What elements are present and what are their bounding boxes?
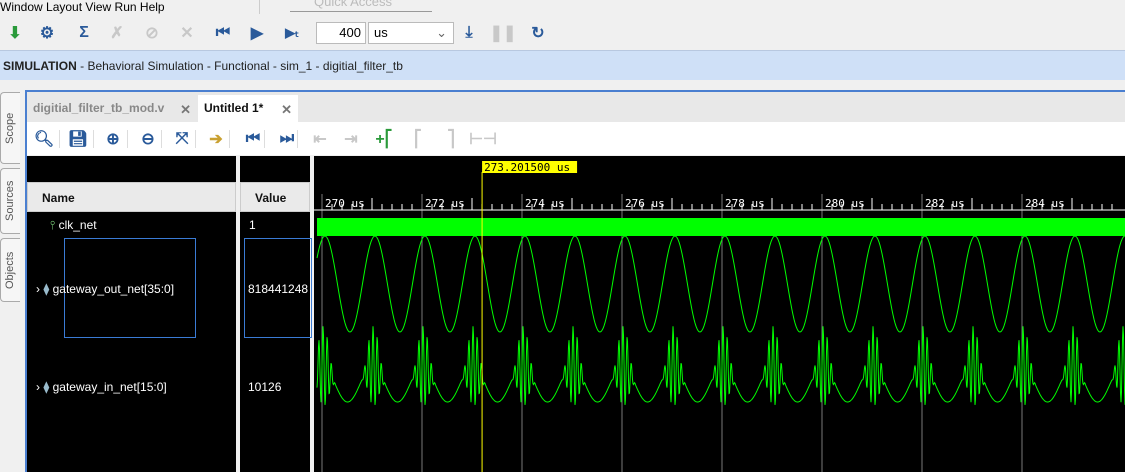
previous-marker-icon[interactable]: ⎡ (407, 126, 429, 152)
add-marker-icon[interactable]: +⎡ (373, 126, 395, 152)
signal-row-gateway-out[interactable]: › ⧫ gateway_out_net[35:0] (36, 282, 174, 296)
time-tick-label: 274 us (525, 197, 565, 210)
sigma-icon[interactable]: Σ (73, 20, 95, 46)
signal-value: 10126 (248, 380, 282, 394)
disabled-tool-icon[interactable]: ✕ (176, 20, 198, 46)
search-icon[interactable]: 🔍︎ (33, 126, 55, 152)
close-icon[interactable]: ✕ (281, 96, 292, 123)
signal-row-gateway-in[interactable]: › ⧫ gateway_in_net[15:0] (36, 380, 167, 394)
menu-run[interactable]: Run (115, 0, 137, 14)
pause-icon[interactable]: ❚❚ (490, 20, 517, 46)
swap-cursors-icon[interactable]: ⊢⊣ (469, 126, 497, 152)
side-tab-sources[interactable]: Sources (0, 168, 20, 234)
signal-row-clk[interactable]: ⫯ clk_net (50, 218, 97, 233)
disabled-tool-icon[interactable]: ✗ (106, 20, 128, 46)
column-value[interactable]: Value (240, 182, 310, 212)
menu-help[interactable]: Help (140, 0, 165, 14)
waveform-canvas[interactable]: 270 us 272 us 274 us 276 us 278 us 280 us 282 … (314, 156, 1125, 472)
menu-layout[interactable]: Layout (46, 0, 82, 14)
menu-bar: Window Layout View Run Help (0, 0, 1125, 14)
menu-view[interactable]: View (85, 0, 111, 14)
gateway-out-waveform (316, 235, 1125, 333)
chevron-down-icon: ⌄ (436, 25, 447, 40)
go-to-end-icon[interactable]: ⏭ (276, 126, 298, 152)
cursor-time-label: 273.201500 us (484, 161, 570, 174)
quick-access-input[interactable]: Quick Access (290, 0, 432, 12)
disabled-tool-icon[interactable]: ⊘ (141, 20, 163, 46)
simulation-banner: SIMULATION - Behavioral Simulation - Fun… (0, 50, 1125, 80)
run-unit-value: us (374, 25, 388, 40)
restart-icon[interactable]: ⏮ (212, 20, 234, 46)
side-tab-scope[interactable]: Scope (0, 92, 20, 164)
time-tick-label: 282 us (925, 197, 965, 210)
zoom-out-icon[interactable]: ⊖ (137, 126, 159, 152)
signal-name: gateway_out_net[35:0] (52, 282, 175, 296)
signal-value: 818441248 (248, 282, 309, 296)
side-tabs: Scope Sources Objects (0, 90, 22, 472)
zoom-fit-icon[interactable]: ⤧ (171, 126, 193, 152)
signal-value: 1 (249, 218, 256, 232)
relaunch-icon[interactable]: ↻ (527, 20, 549, 46)
run-all-download-icon[interactable]: ⬇ (4, 20, 26, 46)
go-to-cursor-icon[interactable]: ➔ (205, 126, 227, 152)
previous-transition-icon[interactable]: ⇤ (309, 126, 331, 152)
time-tick-label: 278 us (725, 197, 765, 210)
signal-name: clk_net (58, 218, 97, 232)
side-tab-objects[interactable]: Objects (0, 238, 20, 302)
bit-signal-icon: ⫯ (50, 218, 56, 232)
editor-tabs: digitial_filter_tb_mod.v ✕ Untitled 1* ✕ (27, 92, 1125, 122)
step-icon[interactable]: ⤓ (458, 20, 480, 46)
column-name[interactable]: Name (27, 182, 236, 212)
main-toolbar: ⬇ ⚙ Σ ✗ ⊘ ✕ ⏮ ▶ ▶ₜ ⤓ ❚❚ ↻ (0, 20, 1125, 46)
wave-toolbar: 🔍︎ 💾︎ ⊕ ⊖ ⤧ ➔ ⏮ ⏭ ⇤ ⇥ +⎡ ⎡ ⎤ ⊢⊣ (27, 122, 1125, 155)
time-tick-label: 280 us (825, 197, 865, 210)
zoom-in-icon[interactable]: ⊕ (102, 126, 124, 152)
gateway-in-waveform (316, 326, 1125, 405)
tab-label: digitial_filter_tb_mod.v (33, 101, 165, 115)
time-tick-label: 272 us (425, 197, 465, 210)
tab-untitled-1[interactable]: Untitled 1* ✕ (198, 95, 298, 122)
divider (259, 0, 260, 14)
close-icon[interactable]: ✕ (180, 96, 191, 123)
time-tick-label: 270 us (325, 197, 365, 210)
sim-label: SIMULATION (3, 59, 77, 73)
time-tick-label: 276 us (625, 197, 665, 210)
run-all-icon[interactable]: ▶ (246, 20, 268, 46)
run-for-time-icon[interactable]: ▶ₜ (281, 20, 303, 46)
sim-details: - Behavioral Simulation - Functional - s… (76, 59, 403, 73)
next-transition-icon[interactable]: ⇥ (340, 126, 362, 152)
save-icon[interactable]: 💾︎ (67, 126, 89, 152)
next-marker-icon[interactable]: ⎤ (440, 126, 462, 152)
time-tick-label: 284 us (1025, 197, 1065, 210)
expand-chevron-icon[interactable]: › (36, 282, 40, 296)
bus-signal-icon: ⧫ (43, 282, 50, 296)
signal-name: gateway_in_net[15:0] (52, 380, 167, 394)
menu-window[interactable]: Window (0, 0, 43, 14)
clk-waveform (317, 218, 1125, 236)
run-time-input[interactable]: 400 (316, 22, 366, 44)
run-unit-select[interactable]: us ⌄ (368, 22, 454, 44)
go-to-start-icon[interactable]: ⏮ (242, 126, 264, 152)
bus-signal-icon: ⧫ (43, 380, 50, 394)
tab-label: Untitled 1* (204, 101, 264, 115)
expand-chevron-icon[interactable]: › (36, 380, 40, 394)
tab-digitial-filter-tb-mod[interactable]: digitial_filter_tb_mod.v ✕ (27, 95, 197, 122)
settings-gear-icon[interactable]: ⚙ (36, 20, 58, 46)
